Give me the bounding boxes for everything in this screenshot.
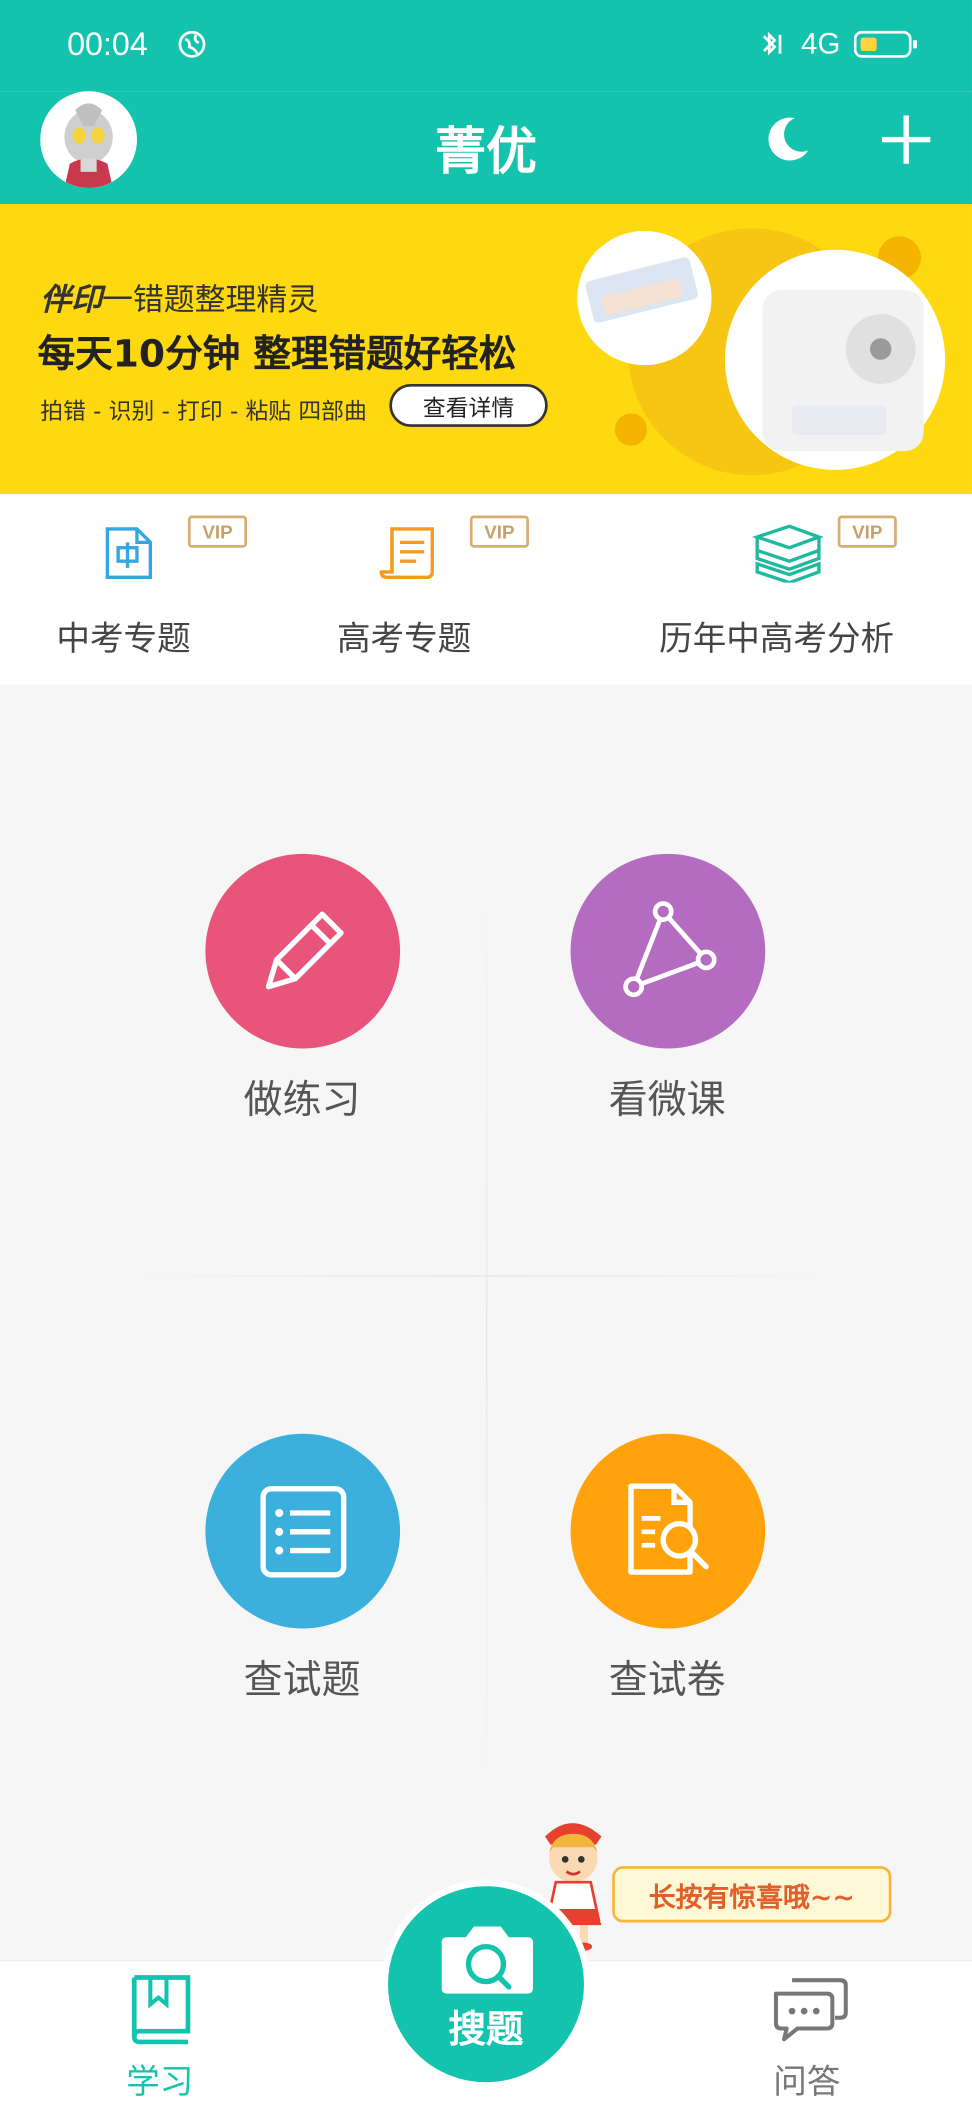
practice-circle <box>205 853 401 1049</box>
questions-circle <box>205 1433 401 1629</box>
vip-badge: VIP <box>469 515 529 548</box>
search-question-label: 搜题 <box>448 2007 524 2052</box>
grid-item-label: 看微课 <box>608 1076 726 1123</box>
tab-qa-label: 问答 <box>773 2062 841 2102</box>
quick-item-label: 历年中高考分析 <box>659 618 895 658</box>
doc-search-icon <box>627 1482 709 1575</box>
grid-item-microlesson[interactable]: 看微课 <box>533 853 802 1136</box>
grid-item-label: 查试卷 <box>608 1656 726 1703</box>
status-time: 00:04 <box>67 26 148 64</box>
vip-badge: VIP <box>837 515 897 548</box>
status-right: 4G <box>753 27 919 62</box>
promo-banner[interactable]: 伴印一错题整理精灵 每天10分钟 整理错题好轻松 拍错 - 识别 - 打印 - … <box>0 204 972 495</box>
grid-divider-vertical <box>485 872 488 1813</box>
banner-steps: 拍错 - 识别 - 打印 - 粘贴 四部曲 <box>40 398 367 426</box>
grid-item-label: 查试题 <box>243 1656 361 1703</box>
status-bar: 00:04 4G <box>0 0 972 92</box>
quick-item-label: 中考专题 <box>56 618 191 658</box>
banner-details-button[interactable]: 查看详情 <box>389 383 548 427</box>
tab-study-label: 学习 <box>126 2062 194 2102</box>
quick-topics-row: VIP 中考专题 VIP 高考专题 VIP 历年中高考分析 <box>0 494 972 685</box>
banner-brand-name: 伴印 <box>40 283 103 319</box>
pencil-icon <box>265 910 344 989</box>
globe-icon <box>178 30 206 58</box>
tab-qa[interactable]: 问答 <box>741 1961 875 2105</box>
moon-icon[interactable] <box>760 113 814 167</box>
banner-printer-illustration <box>577 228 946 476</box>
quick-item-label: 高考专题 <box>336 618 472 658</box>
main-grid: 做练习 看微课 查试题 查试卷 <box>0 684 972 1961</box>
doc-zhong-icon <box>105 527 153 579</box>
banner-brand: 伴印一错题整理精灵 <box>40 274 318 320</box>
microlesson-circle <box>570 853 766 1049</box>
vip-badge: VIP <box>187 515 248 548</box>
grid-item-questions[interactable]: 查试题 <box>168 1433 437 1716</box>
quick-item-zhongkao[interactable]: VIP 中考专题 <box>0 494 295 685</box>
camera-icon <box>441 1926 533 1994</box>
book-icon <box>131 1975 191 2045</box>
quick-item-gaokao[interactable]: VIP 高考专题 <box>295 494 577 685</box>
tab-study[interactable]: 学习 <box>94 1961 228 2105</box>
scroll-icon <box>379 527 434 579</box>
search-question-button[interactable] <box>381 1879 591 2089</box>
battery-icon <box>853 30 917 58</box>
papers-circle <box>570 1433 766 1629</box>
quick-item-analysis[interactable]: VIP 历年中高考分析 <box>577 494 972 685</box>
grid-divider-horizontal <box>120 1275 846 1277</box>
list-icon <box>259 1485 346 1577</box>
network-label: 4G <box>800 26 841 61</box>
long-press-tooltip: 长按有惊喜哦~~ <box>612 1866 892 1923</box>
bluetooth-vibrate-icon <box>762 31 781 56</box>
banner-brand-subtitle: 一错题整理精灵 <box>102 283 319 319</box>
grid-item-label: 做练习 <box>243 1076 361 1123</box>
chat-bubble-icon <box>773 1978 848 2042</box>
grid-item-papers[interactable]: 查试卷 <box>533 1433 802 1716</box>
page-title: 菁优 <box>434 122 537 182</box>
banner-headline: 每天10分钟 整理错题好轻松 <box>37 331 517 376</box>
books-icon <box>751 524 824 583</box>
grid-item-practice[interactable]: 做练习 <box>168 853 437 1136</box>
plus-icon[interactable] <box>879 113 933 167</box>
triangle-icon <box>622 900 716 997</box>
